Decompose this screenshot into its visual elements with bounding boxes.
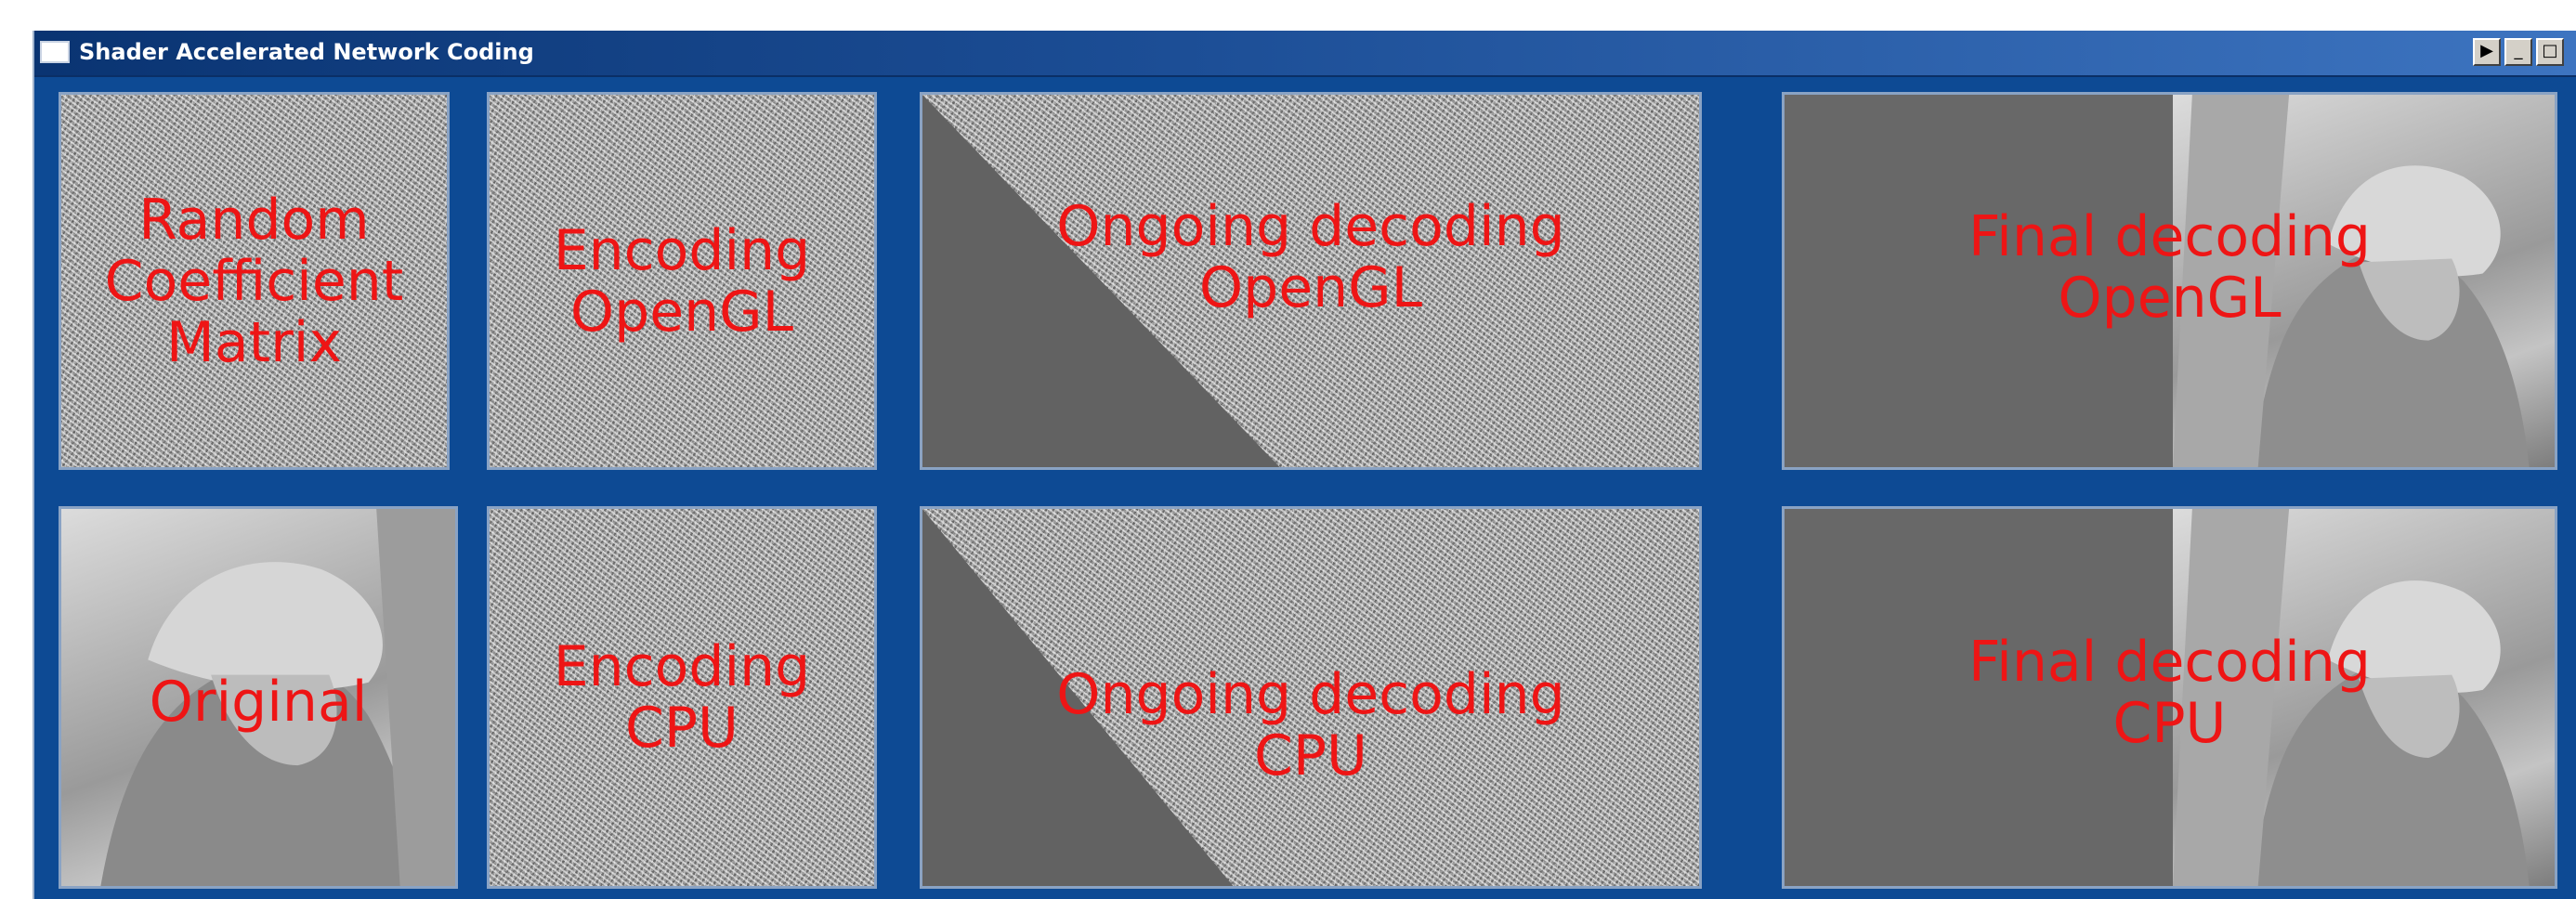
panel-label: Ongoing decoding OpenGL bbox=[1056, 196, 1564, 319]
label-line: Encoding bbox=[553, 217, 811, 283]
label-line: Ongoing decoding bbox=[1056, 662, 1565, 727]
decoded-region bbox=[922, 95, 1280, 467]
ongoing-decoding-cpu-panel: Ongoing decoding CPU bbox=[920, 506, 1702, 889]
panel-label: Encoding OpenGL bbox=[554, 220, 811, 343]
random-coefficient-matrix-panel: Random Coefficient Matrix bbox=[59, 92, 450, 470]
panel-label: Random Coefficient Matrix bbox=[105, 189, 404, 373]
decoded-photo-image bbox=[2173, 509, 2555, 886]
final-decoding-cpu-panel: Final decoding CPU bbox=[1782, 506, 2557, 889]
title-bar[interactable]: Shader Accelerated Network Coding ▶ _ □ bbox=[34, 31, 2576, 77]
app-window: Shader Accelerated Network Coding ▶ _ □ … bbox=[33, 31, 2576, 899]
decoded-photo-image bbox=[2173, 95, 2555, 467]
play-button[interactable]: ▶ bbox=[2473, 38, 2501, 66]
label-line: Ongoing decoding bbox=[1056, 193, 1565, 259]
original-photo-image bbox=[61, 509, 455, 886]
ongoing-decoding-opengl-panel: Ongoing decoding OpenGL bbox=[920, 92, 1702, 470]
label-line: OpenGL bbox=[569, 279, 794, 345]
label-line: Matrix bbox=[166, 309, 342, 375]
label-line: CPU bbox=[624, 696, 739, 761]
label-line: Encoding bbox=[553, 634, 811, 699]
label-line: Coefficient bbox=[104, 248, 404, 314]
window-title: Shader Accelerated Network Coding bbox=[79, 39, 534, 65]
label-line: OpenGL bbox=[1198, 254, 1423, 320]
original-image-panel: Original bbox=[59, 506, 458, 889]
encoding-opengl-panel: Encoding OpenGL bbox=[487, 92, 877, 470]
decoded-region bbox=[922, 509, 1234, 886]
maximize-button[interactable]: □ bbox=[2536, 38, 2564, 66]
label-line: Random bbox=[138, 187, 370, 253]
minimize-button[interactable]: _ bbox=[2504, 38, 2532, 66]
final-decoding-opengl-panel: Final decoding OpenGL bbox=[1782, 92, 2557, 470]
window-icon bbox=[40, 41, 70, 63]
encoding-cpu-panel: Encoding CPU bbox=[487, 506, 877, 889]
panel-label: Encoding CPU bbox=[554, 636, 811, 759]
